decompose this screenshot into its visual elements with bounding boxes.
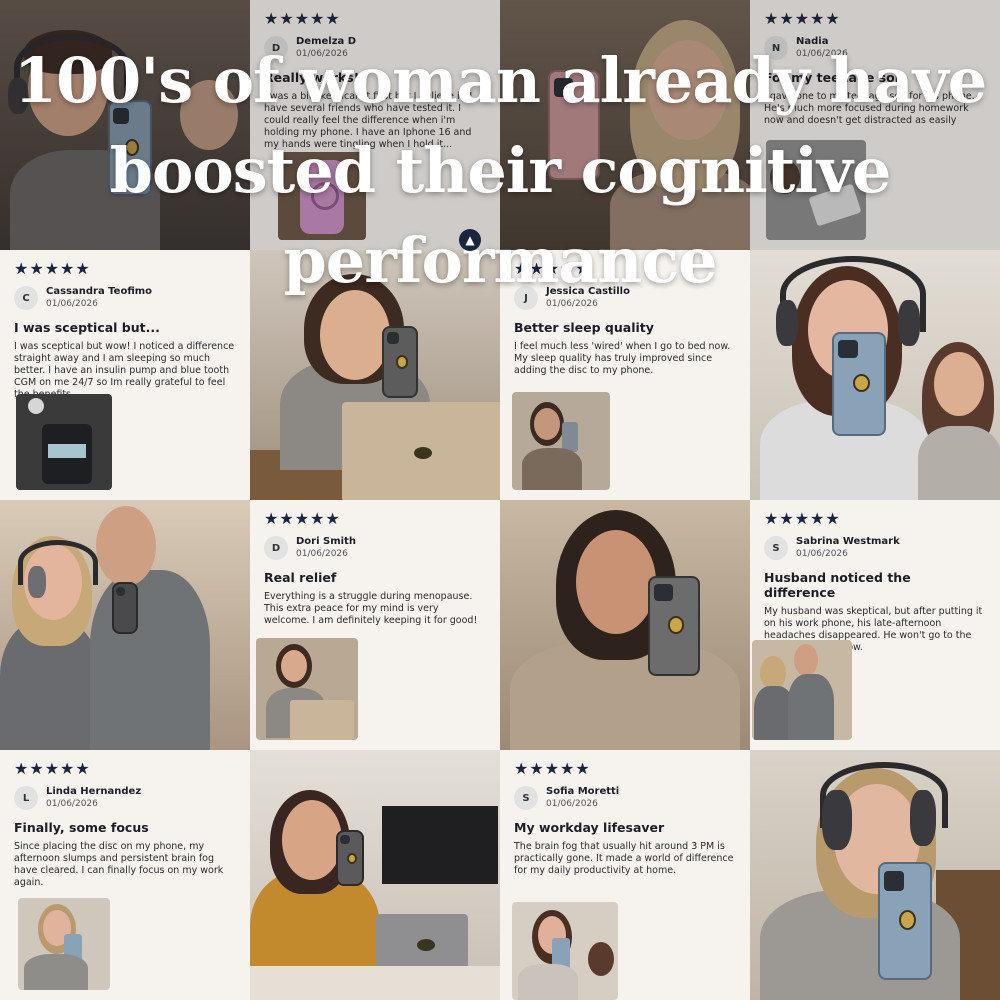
review-body: The brain fog that usually hit around 3 … <box>514 841 734 876</box>
review-body: I feel much less 'wired' when I go to be… <box>514 341 731 376</box>
review-date: 01/06/2026 <box>546 799 598 809</box>
review-card: ★★★★★ L Linda Hernandez 01/06/2026 Final… <box>0 750 250 1000</box>
avatar: S <box>764 536 788 560</box>
review-body: Everything is a struggle during menopaus… <box>264 591 478 626</box>
rating-stars: ★★★★★ <box>764 509 841 528</box>
reviewer-name: Sofia Moretti <box>546 786 620 797</box>
avatar: D <box>264 536 288 560</box>
reviewer-name: Sabrina Westmark <box>796 536 900 547</box>
review-title: Husband noticed the difference <box>764 570 911 600</box>
review-title: My workday lifesaver <box>514 820 665 835</box>
reviewer-name: Linda Hernandez <box>46 786 142 797</box>
photo-couple <box>0 500 250 750</box>
review-title: Finally, some focus <box>14 820 149 835</box>
review-date: 01/06/2026 <box>796 549 848 559</box>
photo-woman-yellow-sweater <box>250 750 500 1000</box>
review-title: Real relief <box>264 570 337 585</box>
review-title: I was sceptical but... <box>14 320 160 335</box>
rating-stars: ★★★★★ <box>514 759 591 778</box>
review-date: 01/06/2026 <box>46 799 98 809</box>
review-photo-woman-laptop <box>256 638 358 740</box>
rating-stars: ★★★★★ <box>14 759 91 778</box>
rating-stars: ★★★★★ <box>264 509 341 528</box>
rating-stars: ★★★★★ <box>264 9 341 28</box>
photo-woman-headphones-bookshelf <box>750 750 1000 1000</box>
review-body: Since placing the disc on my phone, my a… <box>14 841 224 888</box>
avatar: L <box>14 786 38 810</box>
review-photo-insulin-pump <box>16 394 112 490</box>
review-photo-woman-selfie <box>512 392 610 490</box>
review-photo-two-women <box>512 902 618 1000</box>
review-photo-woman-headphones <box>18 898 110 990</box>
review-photo-couple <box>752 640 852 740</box>
review-body: I was sceptical but wow! I noticed a dif… <box>14 341 235 400</box>
review-card: ★★★★★ D Dori Smith 01/06/2026 Real relie… <box>250 500 500 750</box>
reviewer-name: Dori Smith <box>296 536 356 547</box>
chevron-up-icon[interactable]: ▲ <box>459 229 481 251</box>
review-card: ★★★★★ S Sabrina Westmark 01/06/2026 Husb… <box>750 500 1000 750</box>
rating-stars: ★★★★★ <box>764 9 841 28</box>
photo-woman-sweater-selfie <box>500 500 750 750</box>
avatar: S <box>514 786 538 810</box>
review-date: 01/06/2026 <box>296 549 348 559</box>
review-title: Better sleep quality <box>514 320 654 335</box>
review-card: ★★★★★ S Sofia Moretti 01/06/2026 My work… <box>500 750 750 1000</box>
page-headline: 100's of woman already have boosted thei… <box>13 44 987 297</box>
